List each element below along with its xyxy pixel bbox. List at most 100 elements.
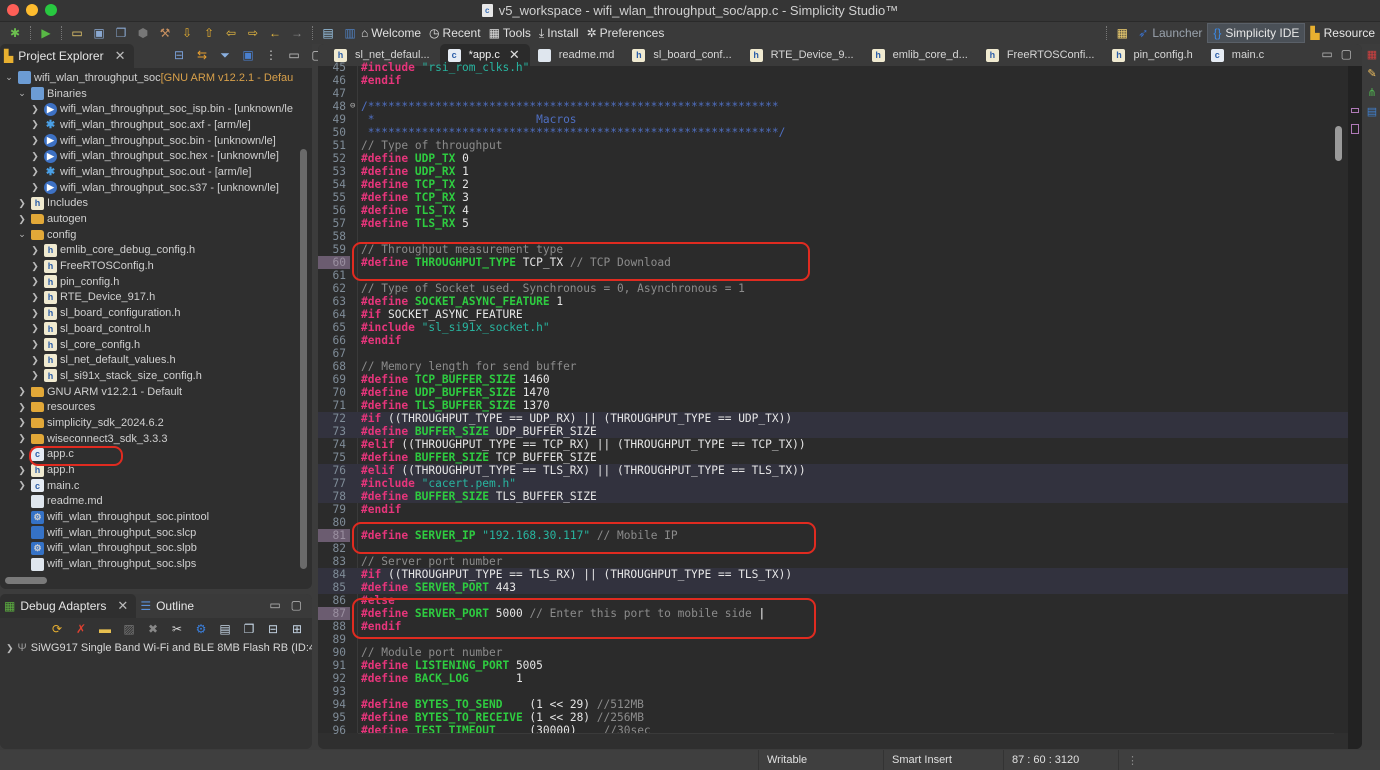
tree-item[interactable]: ❯ h sl_board_configuration.h: [0, 305, 312, 321]
new-icon[interactable]: ▭: [68, 25, 86, 41]
edit-icon[interactable]: ▨: [120, 621, 138, 637]
forward-icon[interactable]: →: [288, 25, 306, 41]
remove-icon[interactable]: ✖: [144, 621, 162, 637]
tree-item[interactable]: ❯ h FreeRTOSConfig.h: [0, 258, 312, 274]
welcome-button[interactable]: ⌂ Welcome: [361, 26, 421, 40]
code-line[interactable]: 71 #define TLS_BUFFER_SIZE 1370: [318, 399, 1362, 412]
code-line[interactable]: 57 #define TLS_RX 5: [318, 217, 1362, 230]
code-line[interactable]: 83 // Server port number: [318, 555, 1362, 568]
tree-item[interactable]: ❯ autogen: [0, 211, 312, 227]
prev-annotation-icon[interactable]: ⇧: [200, 25, 218, 41]
code-line[interactable]: 69 #define TCP_BUFFER_SIZE 1460: [318, 373, 1362, 386]
device-icon[interactable]: ▥: [341, 25, 359, 41]
tree-item[interactable]: ⌄ wifi_wlan_throughput_soc [GNU ARM v12.2…: [0, 70, 312, 86]
code-line[interactable]: 52 #define UDP_TX 0: [318, 152, 1362, 165]
chevron-right-icon[interactable]: ❯: [17, 198, 27, 209]
tree-item[interactable]: ⚙ wifi_wlan_throughput_soc.pintool: [0, 509, 312, 525]
tree-item[interactable]: ❯ simplicity_sdk_2024.6.2: [0, 415, 312, 431]
chevron-right-icon[interactable]: ❯: [30, 355, 40, 366]
code-line[interactable]: 95 #define BYTES_TO_RECEIVE (1 << 28) //2…: [318, 711, 1362, 724]
view-menu-icon[interactable]: ⋮: [262, 47, 280, 63]
tree-item[interactable]: ❯ c main.c: [0, 478, 312, 494]
chevron-down-icon[interactable]: ⌄: [17, 88, 27, 99]
chevron-right-icon[interactable]: ❯: [6, 643, 14, 654]
debug-icon[interactable]: ✱: [6, 25, 24, 41]
tree-item[interactable]: ❯ h sl_si91x_stack_size_config.h: [0, 368, 312, 384]
run-icon[interactable]: ▶: [37, 25, 55, 41]
chevron-right-icon[interactable]: ❯: [30, 135, 40, 146]
tree-item[interactable]: wifi_wlan_throughput_soc.slcp: [0, 525, 312, 541]
tree-item[interactable]: ❯ GNU ARM v12.2.1 - Default: [0, 384, 312, 400]
overview-marker[interactable]: [1351, 124, 1359, 134]
build-hammer-icon[interactable]: ⚒: [156, 25, 174, 41]
tree-item[interactable]: ❯ h pin_config.h: [0, 274, 312, 290]
code-line[interactable]: 49 * Macros: [318, 113, 1362, 126]
tree-item[interactable]: ⌄ config: [0, 227, 312, 243]
next-annotation-icon[interactable]: ⇩: [178, 25, 196, 41]
tab-project-explorer[interactable]: ▙ Project Explorer ✕: [0, 44, 134, 68]
refresh-icon[interactable]: ⟳: [48, 621, 66, 637]
tree-item[interactable]: ❯ wiseconnect3_sdk_3.3.3: [0, 431, 312, 447]
code-line[interactable]: 79 #endif: [318, 503, 1362, 516]
view-icon[interactable]: ▦: [1367, 48, 1377, 61]
chevron-right-icon[interactable]: ❯: [30, 104, 40, 115]
code-line[interactable]: 78 #define BUFFER_SIZE TLS_BUFFER_SIZE: [318, 490, 1362, 503]
chevron-right-icon[interactable]: ❯: [17, 214, 27, 225]
debug-adapter-item[interactable]: ❯ Ψ SiWG917 Single Band Wi-Fi and BLE 8M…: [0, 640, 312, 656]
chevron-right-icon[interactable]: ❯: [30, 245, 40, 256]
code-line[interactable]: 84 #if ((THROUGHPUT_TYPE == TLS_RX) || (T…: [318, 568, 1362, 581]
back-icon[interactable]: ←: [266, 25, 284, 41]
console-icon[interactable]: ▤: [1367, 105, 1377, 118]
network-icon[interactable]: ⋔: [1367, 86, 1376, 99]
vertical-scrollbar[interactable]: [1335, 126, 1342, 161]
insert-mode-status[interactable]: Smart Insert: [883, 750, 1003, 770]
install-button[interactable]: ⤓ Install: [539, 26, 579, 41]
tree-item[interactable]: readme.md: [0, 494, 312, 510]
tree-item[interactable]: ❯ h sl_core_config.h: [0, 337, 312, 353]
code-line[interactable]: 64 #if SOCKET_ASYNC_FEATURE: [318, 308, 1362, 321]
chevron-right-icon[interactable]: ❯: [30, 370, 40, 381]
chevron-right-icon[interactable]: ❯: [17, 386, 27, 397]
code-line[interactable]: 91 #define LISTENING_PORT 5005: [318, 659, 1362, 672]
fold-icon[interactable]: ⊖: [350, 100, 355, 113]
copy-icon[interactable]: ❐: [240, 621, 258, 637]
chevron-right-icon[interactable]: ❯: [30, 292, 40, 303]
tree-item[interactable]: ❯ ▶ wifi_wlan_throughput_soc.s37 - [unknow…: [0, 180, 312, 196]
chevron-right-icon[interactable]: ❯: [30, 323, 40, 334]
code-line[interactable]: 77 #include "cacert.pem.h": [318, 477, 1362, 490]
code-line[interactable]: 66 #endif: [318, 334, 1362, 347]
folder-icon[interactable]: ▬: [96, 621, 114, 637]
horizontal-scrollbar[interactable]: [5, 577, 47, 584]
vertical-scrollbar[interactable]: [300, 149, 307, 569]
chevron-right-icon[interactable]: ❯: [30, 308, 40, 319]
tree-item[interactable]: ❯ h RTE_Device_917.h: [0, 290, 312, 306]
expand-icon[interactable]: ⊞: [288, 621, 306, 637]
minimize-window-button[interactable]: [26, 4, 38, 16]
chevron-right-icon[interactable]: ❯: [17, 465, 27, 476]
chevron-right-icon[interactable]: ❯: [30, 261, 40, 272]
tree-item[interactable]: ❯ resources: [0, 399, 312, 415]
code-line[interactable]: 45 #include "rsi_rom_clks.h": [318, 61, 1362, 74]
code-line[interactable]: 48 ⊖ /************************************…: [318, 100, 1362, 113]
forward-edit-icon[interactable]: ⇨: [244, 25, 262, 41]
cursor-position-status[interactable]: 87 : 60 : 3120: [1003, 750, 1118, 770]
save-icon[interactable]: ▣: [90, 25, 108, 41]
settings-gear-icon[interactable]: ⚙: [192, 621, 210, 637]
code-line[interactable]: 76 #elif ((THROUGHPUT_TYPE == TLS_RX) || …: [318, 464, 1362, 477]
tools-button[interactable]: ▦ Tools: [489, 26, 531, 40]
maximize-icon[interactable]: ▢: [1341, 47, 1352, 61]
chevron-right-icon[interactable]: ❯: [17, 402, 27, 413]
pencil-icon[interactable]: ✎: [1367, 67, 1376, 80]
code-line[interactable]: 56 #define TLS_TX 4: [318, 204, 1362, 217]
maximize-icon[interactable]: ▢: [291, 598, 302, 612]
recent-button[interactable]: ◷ Recent: [429, 26, 481, 40]
close-window-button[interactable]: [7, 4, 19, 16]
chevron-right-icon[interactable]: ❯: [17, 449, 27, 460]
minimize-icon[interactable]: ▭: [269, 598, 280, 612]
tree-item[interactable]: ❯ ✱ wifi_wlan_throughput_soc.out - [arm/le…: [0, 164, 312, 180]
chevron-down-icon[interactable]: ⌄: [17, 229, 27, 240]
last-edit-icon[interactable]: ⇦: [222, 25, 240, 41]
code-line[interactable]: 65 #include "sl_si91x_socket.h": [318, 321, 1362, 334]
code-line[interactable]: 47: [318, 87, 1362, 100]
save-all-icon[interactable]: ❐: [112, 25, 130, 41]
